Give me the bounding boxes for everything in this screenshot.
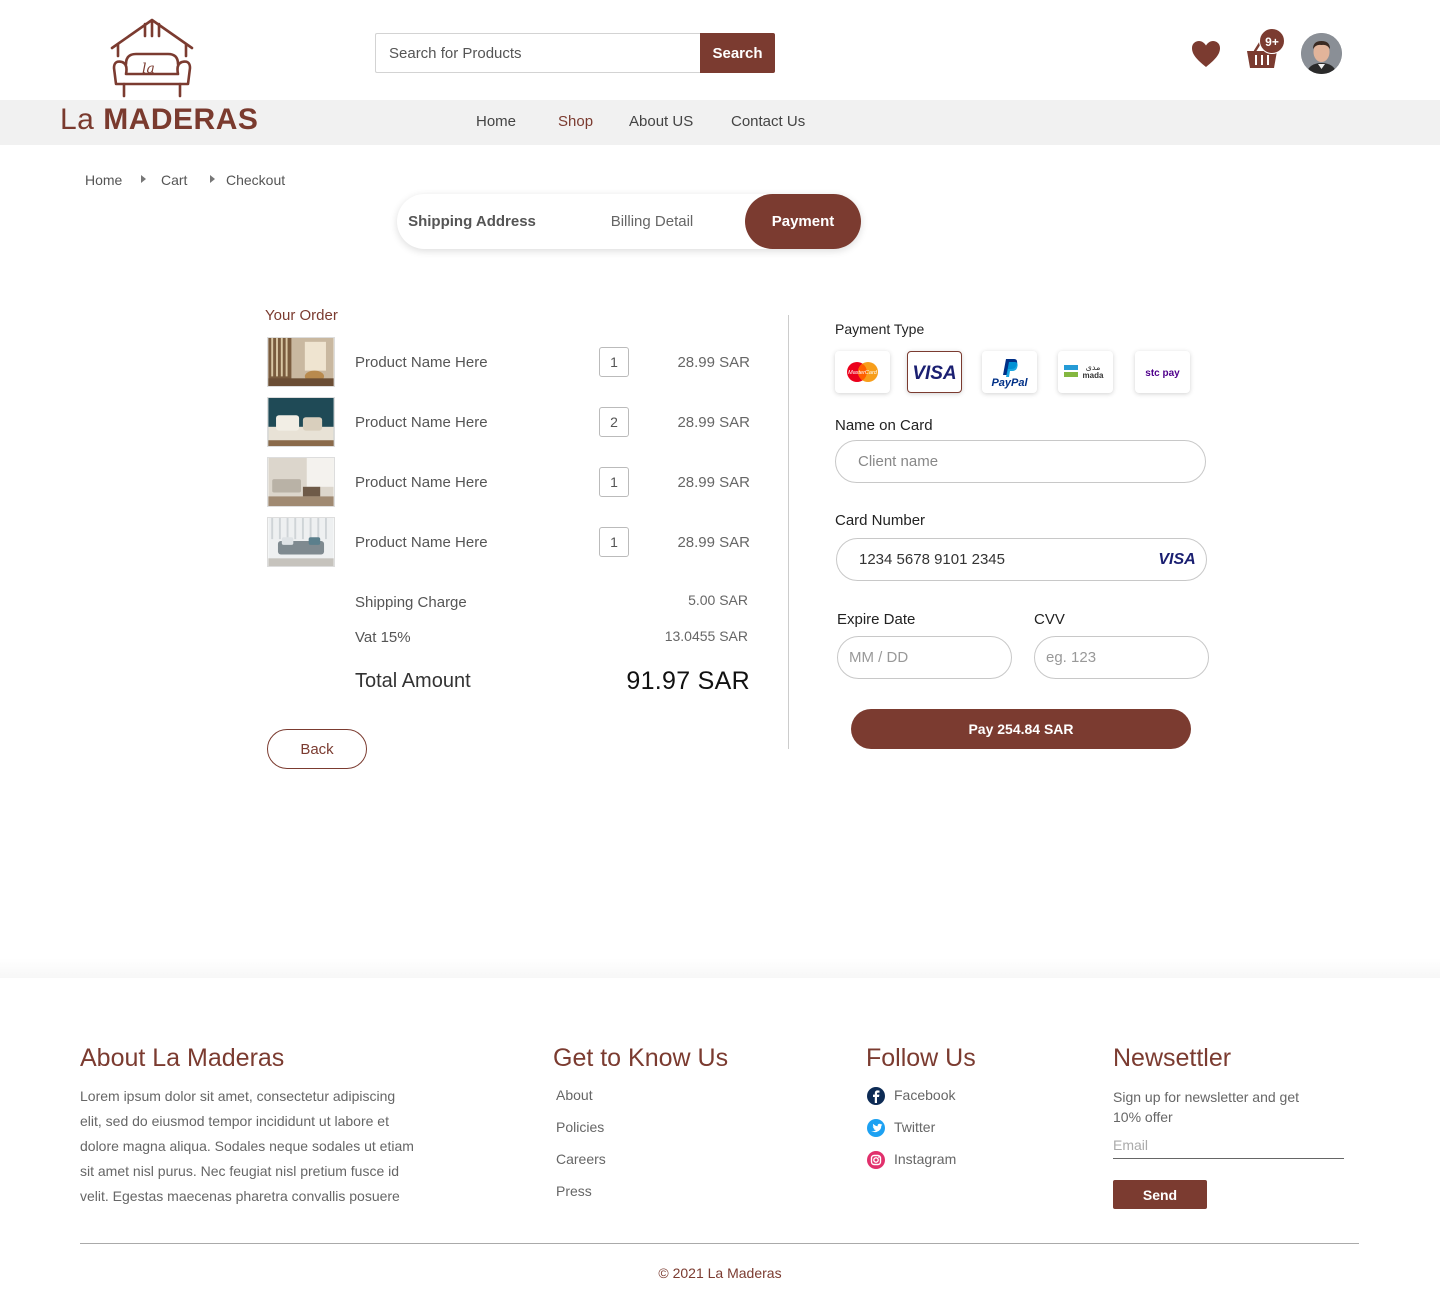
svg-text:la: la: [142, 61, 155, 77]
total-amount-value: 91.97 SAR: [626, 667, 750, 695]
newsletter-text: Sign up for newsletter and get 10% offer: [1113, 1089, 1300, 1125]
product-name: Product Name Here: [355, 354, 488, 371]
nav-home[interactable]: Home: [476, 113, 516, 130]
nav-contact[interactable]: Contact Us: [731, 113, 805, 130]
vat-value: 13.0455 SAR: [664, 628, 748, 644]
logo-icon[interactable]: la: [104, 16, 200, 100]
paypal-option[interactable]: PayPal: [982, 351, 1037, 393]
product-price: 28.99 SAR: [677, 354, 750, 371]
footer-shade: [0, 958, 1440, 978]
step-payment[interactable]: Payment: [745, 194, 861, 249]
copyright-text: © 2021 La Maderas: [658, 1265, 782, 1281]
chevron-right-icon: [141, 175, 146, 183]
logo-light: La: [60, 103, 95, 136]
visa-text: VISA: [912, 363, 956, 384]
twitter-icon: [867, 1119, 885, 1137]
card-number-input[interactable]: [836, 538, 1207, 581]
pay-button[interactable]: Pay 254.84 SAR: [851, 709, 1191, 749]
section-divider: [788, 315, 789, 749]
footer-link-about[interactable]: About: [556, 1087, 593, 1103]
quantity-field[interactable]: 1: [599, 527, 629, 557]
expire-date-input[interactable]: [837, 636, 1012, 679]
paypal-text: PayPal: [991, 377, 1028, 389]
product-price: 28.99 SAR: [677, 474, 750, 491]
expire-date-label: Expire Date: [837, 611, 916, 628]
footer-newsletter-title: Newsettler: [1113, 1044, 1232, 1072]
mada-option[interactable]: مدى mada: [1058, 351, 1113, 393]
logo-bold: MADERAS: [103, 103, 259, 136]
send-button[interactable]: Send: [1113, 1180, 1207, 1209]
breadcrumb-home[interactable]: Home: [85, 172, 122, 188]
cvv-label: CVV: [1034, 611, 1065, 628]
search-input[interactable]: [375, 33, 701, 73]
name-on-card-input[interactable]: [835, 440, 1206, 483]
vat-label: Vat 15%: [355, 629, 411, 646]
footer-about-title: About La Maderas: [80, 1044, 285, 1072]
search-button[interactable]: Search: [700, 33, 775, 73]
avatar[interactable]: [1301, 33, 1342, 74]
logo-wordmark[interactable]: La MADERAS: [60, 103, 258, 137]
newsletter-email-input[interactable]: [1113, 1131, 1344, 1159]
quantity-field[interactable]: 1: [599, 467, 629, 497]
visa-icon: VISA: [912, 363, 956, 384]
back-button[interactable]: Back: [267, 729, 367, 769]
step-billing-detail[interactable]: Billing Detail: [587, 194, 717, 249]
shipping-charge-value: 5.00 SAR: [688, 592, 748, 608]
footer-know-title: Get to Know Us: [553, 1044, 729, 1072]
stcpay-text: stc pay: [1145, 368, 1180, 379]
mada-text: mada: [1083, 371, 1104, 380]
social-facebook-label: Facebook: [894, 1087, 956, 1103]
footer-divider: [80, 1243, 1359, 1244]
step-shipping-address[interactable]: Shipping Address: [397, 194, 547, 249]
order-title: Your Order: [265, 307, 338, 324]
paypal-icon: PayPal: [991, 359, 1028, 389]
heart-icon[interactable]: [1190, 38, 1222, 70]
product-image: [267, 457, 335, 507]
visa-icon: VISA: [1158, 551, 1195, 567]
nav-about[interactable]: About US: [629, 113, 693, 130]
product-image: [267, 337, 335, 387]
mastercard-option[interactable]: MasterCard: [835, 351, 890, 393]
facebook-icon: [867, 1087, 885, 1105]
shipping-charge-label: Shipping Charge: [355, 594, 467, 611]
stcpay-option[interactable]: stc pay: [1135, 351, 1190, 393]
mada-icon: مدى mada: [1064, 363, 1104, 380]
quantity-field[interactable]: 1: [599, 347, 629, 377]
card-brand-text: VISA: [1158, 551, 1195, 567]
total-amount-label: Total Amount: [355, 670, 471, 692]
instagram-icon: [867, 1151, 885, 1169]
mastercard-text: MasterCard: [848, 370, 878, 376]
cart-count-badge: 9+: [1259, 28, 1285, 54]
footer-link-policies[interactable]: Policies: [556, 1119, 604, 1135]
social-twitter-label: Twitter: [894, 1119, 936, 1135]
product-image: [267, 397, 335, 447]
product-price: 28.99 SAR: [677, 534, 750, 551]
product-name: Product Name Here: [355, 414, 488, 431]
footer-link-press[interactable]: Press: [556, 1183, 592, 1199]
product-name: Product Name Here: [355, 534, 488, 551]
nav-shop[interactable]: Shop: [558, 113, 593, 130]
card-number-label: Card Number: [835, 512, 926, 529]
cvv-input[interactable]: [1034, 636, 1209, 679]
footer-about-text: Lorem ipsum dolor sit amet, consectetur …: [80, 1088, 414, 1204]
footer-link-careers[interactable]: Careers: [556, 1151, 606, 1167]
breadcrumb-checkout: Checkout: [226, 172, 286, 188]
product-name: Product Name Here: [355, 474, 488, 491]
social-instagram-label: Instagram: [894, 1151, 957, 1167]
checkout-steps: Shipping Address Billing Detail Payment: [397, 194, 861, 249]
mastercard-icon: MasterCard: [847, 362, 878, 382]
product-price: 28.99 SAR: [677, 414, 750, 431]
product-image: [267, 517, 335, 567]
visa-option[interactable]: VISA: [907, 351, 962, 393]
footer-follow-title: Follow Us: [866, 1044, 976, 1072]
stcpay-icon: stc pay: [1145, 368, 1180, 379]
chevron-right-icon: [210, 175, 215, 183]
quantity-field[interactable]: 2: [599, 407, 629, 437]
breadcrumb-cart[interactable]: Cart: [161, 172, 187, 188]
payment-type-label: Payment Type: [835, 321, 925, 337]
name-on-card-label: Name on Card: [835, 417, 933, 434]
